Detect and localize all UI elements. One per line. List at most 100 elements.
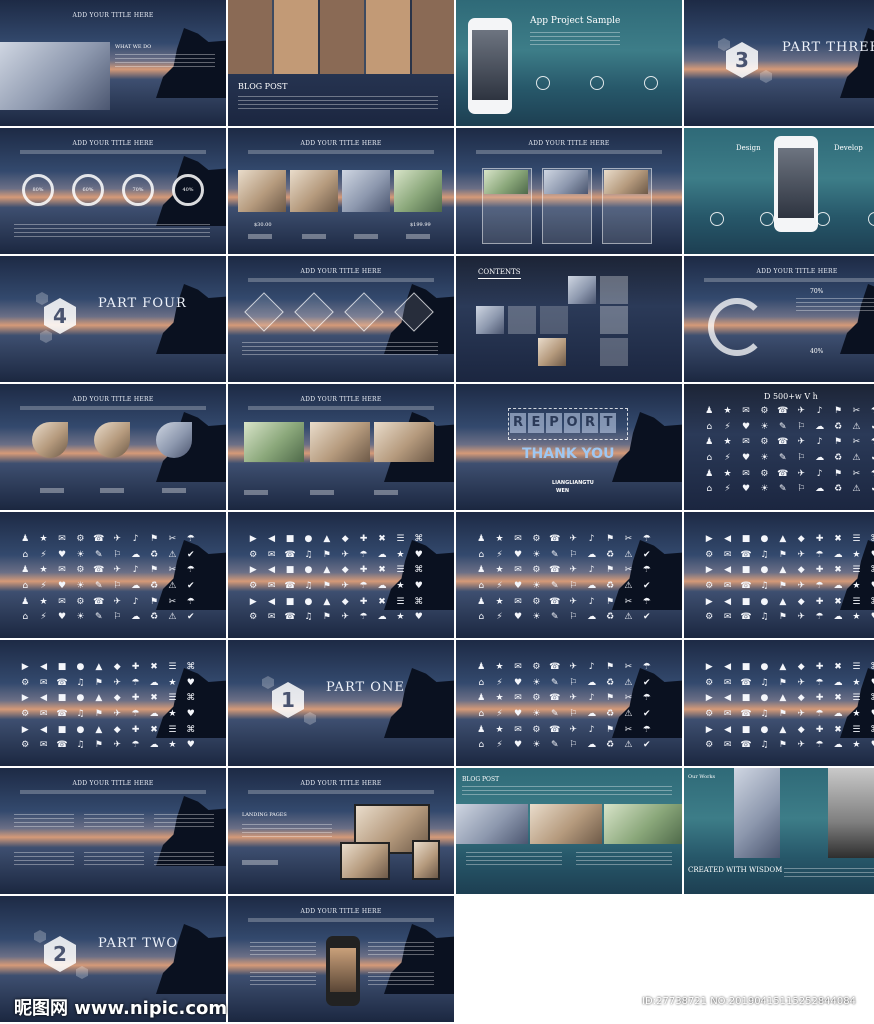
- glyph-icon: ✂: [852, 468, 861, 479]
- subtitle-line: [248, 790, 434, 794]
- glyph-icon: ⚙: [760, 406, 769, 416]
- circle-icon: [644, 76, 658, 90]
- glyph-icon: ☁: [149, 740, 159, 751]
- more-button[interactable]: [244, 490, 268, 495]
- glyph-icon: ♪: [132, 565, 139, 576]
- report-letter: T: [600, 413, 616, 433]
- glyph-icon: ✖: [834, 534, 842, 544]
- glyph-icon: ⚑: [149, 565, 159, 576]
- glyph-icon: ✈: [569, 724, 577, 735]
- tile-chart-icon: [600, 338, 628, 366]
- slide-contents[interactable]: CONTENTS: [456, 256, 682, 382]
- glyph-icon: ◀: [724, 724, 732, 735]
- slide-icons-2[interactable]: ♟ ★ ✉ ⚙ ☎ ✈ ♪ ⚑ ✂ ☂ ⌂ ⚡ ♥ ☀ ✎ ⚐ ☁ ♻ ⚠ ✔ ♟ ★ ✉ ⚙ ☎ ✈ ♪ ⚑ ✂ ☂ ⌂ ⚡ ♥ ☀ ✎ ⚐ ☁ ♻ ⚠ ✔…: [0, 512, 226, 638]
- buy-button[interactable]: [406, 234, 430, 239]
- glyph-icon: ☂: [131, 709, 140, 719]
- slide-design-develop[interactable]: Design Develop: [684, 128, 874, 254]
- buy-button[interactable]: [248, 234, 272, 239]
- slide-part-one[interactable]: 1 PART ONE: [228, 640, 454, 766]
- glyph-icon: ☰: [852, 565, 861, 576]
- glyph-icon: ■: [741, 662, 751, 672]
- glyph-icon: ♪: [816, 468, 823, 479]
- slide-diamonds[interactable]: ADD YOUR TITLE HERE: [228, 256, 454, 382]
- glyph-icon: ⚙: [532, 596, 541, 607]
- glyph-icon: ★: [39, 534, 48, 544]
- glyph-icon: ✚: [131, 662, 140, 672]
- buy-button[interactable]: [354, 234, 378, 239]
- glyph-icon: ☎: [284, 612, 296, 623]
- glyph-icon: ✈: [797, 468, 805, 479]
- glyph-icon: ●: [304, 596, 313, 607]
- slide-icons-4[interactable]: ♟ ★ ✉ ⚙ ☎ ✈ ♪ ⚑ ✂ ☂ ⌂ ⚡ ♥ ☀ ✎ ⚐ ☁ ♻ ⚠ ✔ ♟ ★ ✉ ⚙ ☎ ✈ ♪ ⚑ ✂ ☂ ⌂ ⚡ ♥ ☀ ✎ ⚐ ☁ ♻ ⚠ ✔…: [456, 512, 682, 638]
- glyph-icon: ★: [396, 581, 405, 591]
- glyph-icon: ✎: [95, 581, 103, 591]
- develop-label: Develop: [834, 144, 863, 152]
- slide-icons-5[interactable]: ▶ ◀ ■ ● ▲ ◆ ✚ ✖ ☰ ⌘ ⚙ ✉ ☎ ♫ ⚑ ✈ ☂ ☁ ★ ♥ ▶ ◀ ■ ● ▲ ◆ ✚ ✖ ☰ ⌘ ⚙ ✉ ☎ ♫ ⚑ ✈ ☂ ☁ ★ ♥…: [684, 512, 874, 638]
- slide-landing-pages[interactable]: ADD YOUR TITLE HERE LANDING PAGES: [228, 768, 454, 894]
- glyph-icon: ♥: [513, 612, 523, 623]
- more-button[interactable]: [162, 488, 186, 493]
- glyph-icon: ●: [760, 596, 769, 607]
- glyph-icon: ▲: [323, 596, 331, 607]
- body-text-lines: [14, 224, 210, 240]
- more-button[interactable]: [374, 490, 398, 495]
- slide-our-works[interactable]: Our Works CREATED WITH WISDOM: [684, 768, 874, 894]
- slide-icons-3[interactable]: ▶ ◀ ■ ● ▲ ◆ ✚ ✖ ☰ ⌘ ⚙ ✉ ☎ ♫ ⚑ ✈ ☂ ☁ ★ ♥ ▶ ◀ ■ ● ▲ ◆ ✚ ✖ ☰ ⌘ ⚙ ✉ ☎ ♫ ⚑ ✈ ☂ ☁ ★ ♥…: [228, 512, 454, 638]
- slide-list-items[interactable]: ADD YOUR TITLE HERE: [0, 768, 226, 894]
- slide-icons-7[interactable]: ♟ ★ ✉ ⚙ ☎ ✈ ♪ ⚑ ✂ ☂ ⌂ ⚡ ♥ ☀ ✎ ⚐ ☁ ♻ ⚠ ✔ ♟ ★ ✉ ⚙ ☎ ✈ ♪ ⚑ ✂ ☂ ⌂ ⚡ ♥ ☀ ✎ ⚐ ☁ ♻ ⚠ ✔…: [456, 640, 682, 766]
- slide-what-we-do[interactable]: ADD YOUR TITLE HERE WHAT WE DO: [0, 0, 226, 126]
- glyph-icon: ☎: [549, 596, 561, 607]
- slide-icons-8[interactable]: ▶ ◀ ■ ● ▲ ◆ ✚ ✖ ☰ ⌘ ⚙ ✉ ☎ ♫ ⚑ ✈ ☂ ☁ ★ ♥ ▶ ◀ ■ ● ▲ ◆ ✚ ✖ ☰ ⌘ ⚙ ✉ ☎ ♫ ⚑ ✈ ☂ ☁ ★ ♥…: [684, 640, 874, 766]
- more-button[interactable]: [242, 860, 278, 865]
- product-photo: [290, 170, 338, 212]
- cliff-silhouette: [840, 28, 874, 98]
- glyph-icon: ⚙: [76, 565, 85, 576]
- glyph-icon: ♻: [605, 709, 615, 719]
- glyph-icon: ⚡: [496, 740, 503, 751]
- slide-part-three[interactable]: 3 PART THREE: [684, 0, 874, 126]
- tile: [600, 306, 628, 334]
- slide-progress-rings[interactable]: ADD YOUR TITLE HERE 80% 60% 70% 40%: [0, 128, 226, 254]
- part-number-hex: 1: [272, 682, 304, 718]
- glyph-icon: ✈: [569, 596, 577, 607]
- glyph-icon: ★: [852, 677, 861, 688]
- slide-blog-post[interactable]: BLOG POST: [228, 0, 454, 126]
- cliff-silhouette: [156, 284, 226, 354]
- slide-three-cards[interactable]: ADD YOUR TITLE HERE: [456, 128, 682, 254]
- buy-button[interactable]: [302, 234, 326, 239]
- more-button[interactable]: [310, 490, 334, 495]
- glyph-icon: ♫: [304, 549, 313, 560]
- glyph-icon: ♥: [741, 421, 751, 432]
- slide-percentages[interactable]: ADD YOUR TITLE HERE 70% 40%: [684, 256, 874, 382]
- slide-drops[interactable]: ADD YOUR TITLE HERE: [0, 384, 226, 510]
- glyph-icon: ✔: [643, 709, 651, 719]
- glyph-icon: ✚: [359, 534, 368, 544]
- slide-app-project[interactable]: App Project Sample: [456, 0, 682, 126]
- more-button[interactable]: [100, 488, 124, 493]
- glyph-icon: ▶: [705, 565, 713, 576]
- glyph-icon: ♥: [868, 581, 874, 593]
- glyph-icon: ⌂: [22, 549, 29, 560]
- slide-report-thank-you[interactable]: REPORT THANK YOU LIANGLIANGTU WEN: [456, 384, 682, 510]
- glyph-icon: ☁: [587, 612, 597, 623]
- glyph-icon: ☀: [76, 612, 85, 623]
- more-button[interactable]: [40, 488, 64, 493]
- slide-phone-center[interactable]: ADD YOUR TITLE HERE: [228, 896, 454, 1022]
- glyph-icon: ✎: [779, 484, 787, 495]
- model-photo: [828, 768, 874, 858]
- slide-part-four[interactable]: 4 PART FOUR: [0, 256, 226, 382]
- glyph-icon: ✈: [341, 612, 349, 623]
- slide-blog-post-2[interactable]: BLOG POST: [456, 768, 682, 894]
- list-item: [154, 814, 214, 830]
- part-number-hex: 2: [44, 936, 76, 972]
- slide-products-prices[interactable]: ADD YOUR TITLE HERE $30.00 $199.99: [228, 128, 454, 254]
- body-text-lines: [250, 942, 316, 958]
- drop-photo: [94, 422, 130, 458]
- glyph-icon: ☀: [532, 677, 541, 688]
- slide-icons-6[interactable]: ▶ ◀ ■ ● ▲ ◆ ✚ ✖ ☰ ⌘ ⚙ ✉ ☎ ♫ ⚑ ✈ ☂ ☁ ★ ♥ ▶ ◀ ■ ● ▲ ◆ ✚ ✖ ☰ ⌘ ⚙ ✉ ☎ ♫ ⚑ ✈ ☂ ☁ ★ ♥…: [0, 640, 226, 766]
- hex-decoration: [760, 70, 772, 83]
- glyph-icon: ✖: [378, 596, 386, 607]
- slide-icons-1[interactable]: D 500+w V h ♟ ★ ✉ ⚙ ☎ ✈ ♪ ⚑ ✂ ☂ ⌂ ⚡ ♥ ☀ ✎ ⚐ ☁ ♻ ⚠ ✔ ♟ ★ ✉ ⚙ ☎ ✈ ♪ ⚑…: [684, 384, 874, 510]
- slide-wedding-photos[interactable]: ADD YOUR TITLE HERE: [228, 384, 454, 510]
- wedding-photo: [244, 422, 304, 462]
